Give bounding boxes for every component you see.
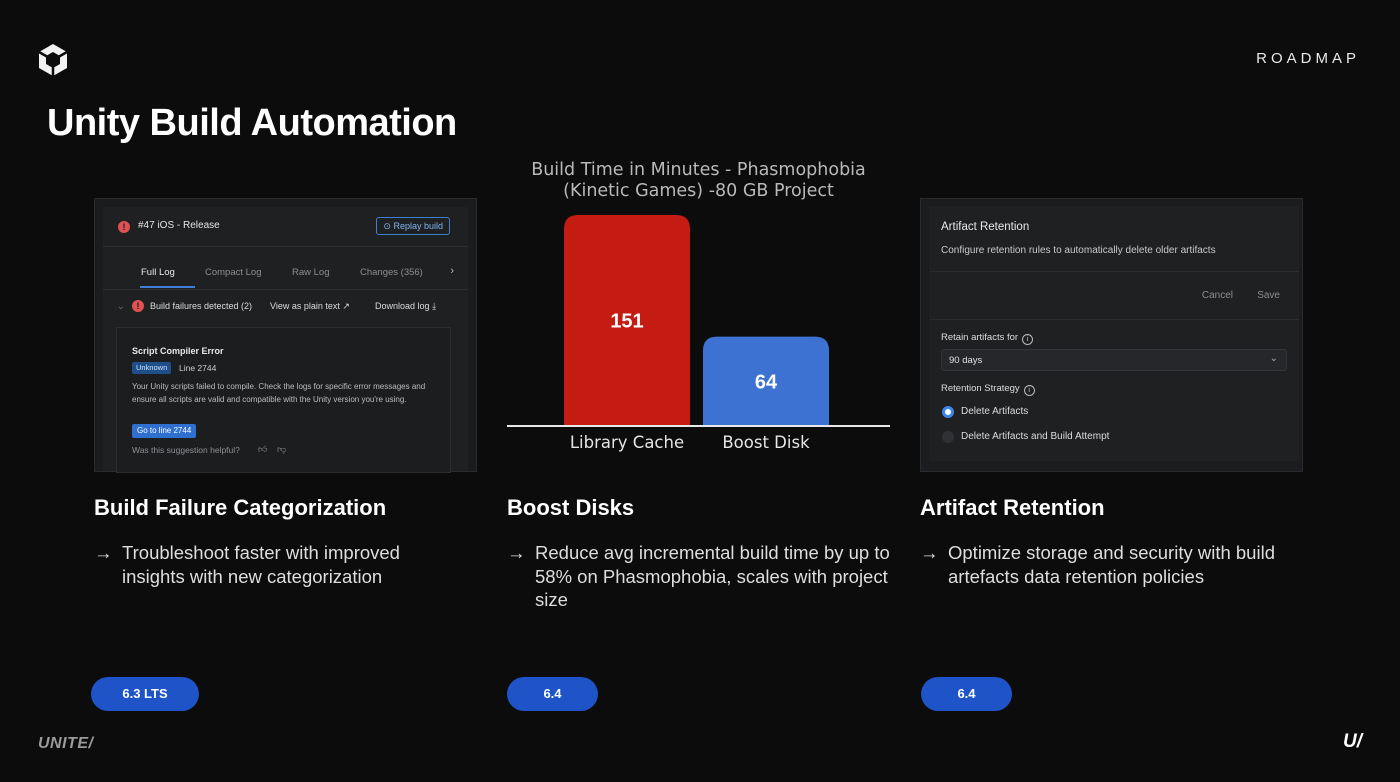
divider — [929, 271, 1299, 272]
save-button[interactable]: Save — [1257, 290, 1280, 301]
build-title: #47 iOS - Release — [138, 220, 220, 231]
download-icon: ⤓ — [432, 301, 437, 311]
feature-description-text: Troubleshoot faster with improved insigh… — [122, 542, 400, 587]
arrow-right-icon: → — [507, 542, 526, 563]
download-log-link[interactable]: Download log ⤓ — [375, 301, 436, 312]
retention-strategy-label: Retention Strategy i — [941, 383, 1035, 396]
log-tabs: Full Log Compact Log Raw Log Changes (35… — [103, 248, 468, 290]
artifact-retention-card: Artifact Retention Configure retention r… — [929, 206, 1299, 461]
replay-icon: ⊙ — [383, 221, 394, 231]
page-title: Unity Build Automation — [47, 102, 457, 144]
tab-raw-log[interactable]: Raw Log — [292, 267, 330, 278]
radio-delete-artifacts[interactable] — [942, 406, 954, 418]
error-title: Script Compiler Error — [132, 346, 224, 356]
build-failures-label: Build failures detected (2) — [150, 301, 253, 311]
retain-period-value: 90 days — [949, 355, 983, 366]
build-time-chart: 151 Library Cache 64 Boost Disk — [507, 215, 890, 452]
arrow-right-icon: → — [920, 542, 939, 563]
retain-artifacts-label: Retain artifacts for i — [941, 332, 1034, 345]
thumbs-up-icon[interactable]: 👍︎ — [258, 444, 267, 455]
feature-description-text: Optimize storage and security with build… — [948, 542, 1275, 587]
build-log-panel: ! #47 iOS - Release ⊙ Replay build Full … — [94, 198, 477, 473]
error-card: Script Compiler Error Unknown Line 2744 … — [116, 327, 451, 473]
error-line: Line 2744 — [179, 363, 217, 373]
tab-compact-log[interactable]: Compact Log — [205, 267, 262, 278]
version-badge: 6.4 — [507, 677, 598, 711]
retention-subtitle: Configure retention rules to automatical… — [941, 245, 1216, 256]
build-log-card: ! #47 iOS - Release ⊙ Replay build Full … — [103, 207, 468, 473]
feature-title: Boost Disks — [507, 495, 635, 520]
thumbs-down-icon[interactable]: 👎︎ — [277, 444, 286, 455]
unity-cube-icon — [38, 44, 68, 76]
version-badge: 6.3 LTS — [91, 677, 199, 711]
error-icon: ! — [132, 300, 144, 312]
data-label: 64 — [755, 371, 778, 393]
download-log-label: Download log — [375, 301, 430, 311]
error-description: Your Unity scripts failed to compile. Ch… — [132, 382, 426, 404]
chart-title: Build Time in Minutes - Phasmophobia (Ki… — [531, 160, 866, 201]
cancel-button[interactable]: Cancel — [1202, 290, 1233, 301]
active-tab-indicator — [140, 286, 195, 288]
replay-build-button[interactable]: ⊙ Replay build — [376, 217, 450, 235]
category-label: Library Cache — [570, 433, 684, 452]
info-icon[interactable]: i — [1023, 385, 1035, 396]
radio-delete-artifacts-and-attempt-label[interactable]: Delete Artifacts and Build Attempt — [961, 431, 1109, 442]
feature-title: Artifact Retention — [920, 495, 1105, 520]
feature-description: → Troubleshoot faster with improved insi… — [94, 541, 464, 588]
unite-logo: UNITE/ — [38, 735, 94, 752]
external-link-icon: ↗ — [342, 301, 350, 311]
radio-delete-artifacts-and-attempt[interactable] — [942, 431, 954, 443]
artifact-retention-panel: Artifact Retention Configure retention r… — [920, 198, 1303, 472]
helpful-prompt: Was this suggestion helpful? — [132, 445, 240, 455]
feature-title: Build Failure Categorization — [94, 495, 387, 520]
chevron-down-icon[interactable]: ⌄ — [117, 301, 125, 312]
section-label: ROADMAP — [1256, 50, 1360, 67]
retention-title: Artifact Retention — [941, 221, 1030, 233]
chevron-down-icon: ⌄ — [1269, 353, 1278, 364]
chevron-right-icon[interactable]: › — [450, 265, 454, 277]
info-icon[interactable]: i — [1022, 334, 1034, 345]
build-log-header: ! #47 iOS - Release ⊙ Replay build — [103, 207, 468, 247]
status-badge: Unknown — [132, 362, 172, 374]
replay-build-label: Replay build — [393, 221, 443, 231]
go-to-line-button[interactable]: Go to line 2744 — [132, 424, 197, 438]
divider — [929, 319, 1299, 320]
unity-u-logo: U/ — [1343, 731, 1362, 752]
radio-delete-artifacts-label[interactable]: Delete Artifacts — [961, 406, 1028, 417]
data-label: 151 — [610, 311, 643, 333]
category-label: Boost Disk — [722, 433, 810, 452]
tab-changes[interactable]: Changes (356) — [360, 267, 423, 278]
feature-description: → Optimize storage and security with bui… — [920, 541, 1305, 588]
retain-period-select[interactable]: 90 days ⌄ — [941, 349, 1287, 371]
version-badge: 6.4 — [921, 677, 1012, 711]
feature-description-text: Reduce avg incremental build time by up … — [535, 542, 890, 610]
tab-full-log[interactable]: Full Log — [141, 267, 175, 278]
arrow-right-icon: → — [94, 542, 113, 563]
view-plain-text-link[interactable]: View as plain text ↗ — [270, 301, 350, 312]
feature-description: → Reduce avg incremental build time by u… — [507, 541, 897, 612]
retain-artifacts-text: Retain artifacts for — [941, 332, 1019, 343]
error-icon: ! — [118, 221, 130, 233]
retention-strategy-text: Retention Strategy — [941, 383, 1020, 394]
build-failures-row: ⌄ ! Build failures detected (2) View as … — [103, 291, 468, 321]
view-plain-text-label: View as plain text — [270, 301, 340, 311]
